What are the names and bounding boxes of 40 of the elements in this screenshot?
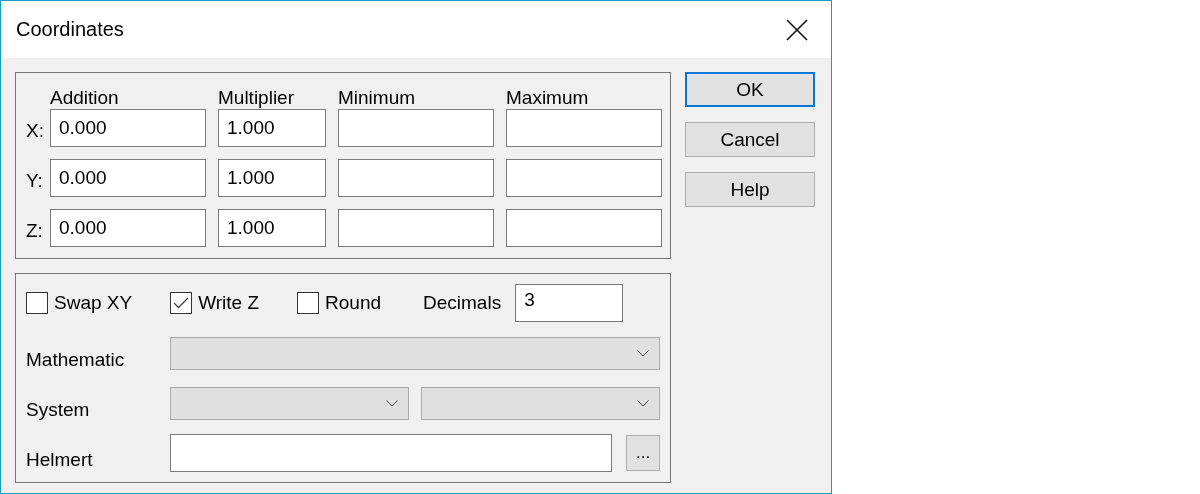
checkbox[interactable] [170, 292, 193, 314]
checkbox[interactable] [26, 292, 48, 314]
axis-label: Y: [26, 170, 43, 192]
input-field[interactable]: 1.000 [218, 209, 326, 247]
dialog-button[interactable]: Cancel [685, 122, 815, 157]
chevron-icon [637, 349, 649, 357]
mathematic-label: Mathematic [26, 348, 126, 371]
column-header: Addition [50, 87, 120, 109]
window-title: Coordinates [16, 18, 124, 41]
checkbox-label: Swap XY [54, 292, 133, 314]
input-field[interactable] [506, 109, 662, 147]
column-header: Maximum [506, 87, 590, 109]
helmert-label: Helmert [26, 448, 94, 471]
input-field[interactable] [338, 159, 494, 197]
input-field[interactable]: 0.000 [50, 109, 206, 147]
checkbox-label: Write Z [198, 292, 260, 314]
input-field[interactable]: 0.000 [50, 159, 206, 197]
close-icon[interactable] [786, 18, 808, 41]
axis-label: X: [26, 120, 44, 142]
input-field[interactable] [338, 109, 494, 147]
input-field[interactable]: 1.000 [218, 109, 326, 147]
checkbox[interactable] [297, 292, 320, 314]
column-header: Multiplier [218, 87, 296, 109]
axis-label: Z: [26, 220, 43, 242]
system-label: System [26, 398, 91, 421]
input-field[interactable] [338, 209, 494, 247]
decimals-field[interactable]: 3 [515, 284, 624, 322]
chevron-icon [385, 399, 398, 407]
chevron-icon [637, 399, 649, 407]
helmert-field[interactable] [169, 434, 613, 472]
input-field[interactable]: 1.000 [218, 159, 326, 197]
input-field[interactable] [506, 159, 662, 197]
input-field[interactable]: 0.000 [50, 209, 206, 247]
dialog-button[interactable]: Help [685, 172, 815, 207]
column-header: Minimum [338, 87, 417, 109]
checkbox-label: Round [325, 292, 382, 314]
dialog-button[interactable]: OK [685, 72, 815, 107]
input-field[interactable] [506, 209, 662, 247]
browse-button[interactable]: ... [626, 435, 660, 471]
decimals-label: Decimals [423, 292, 502, 314]
